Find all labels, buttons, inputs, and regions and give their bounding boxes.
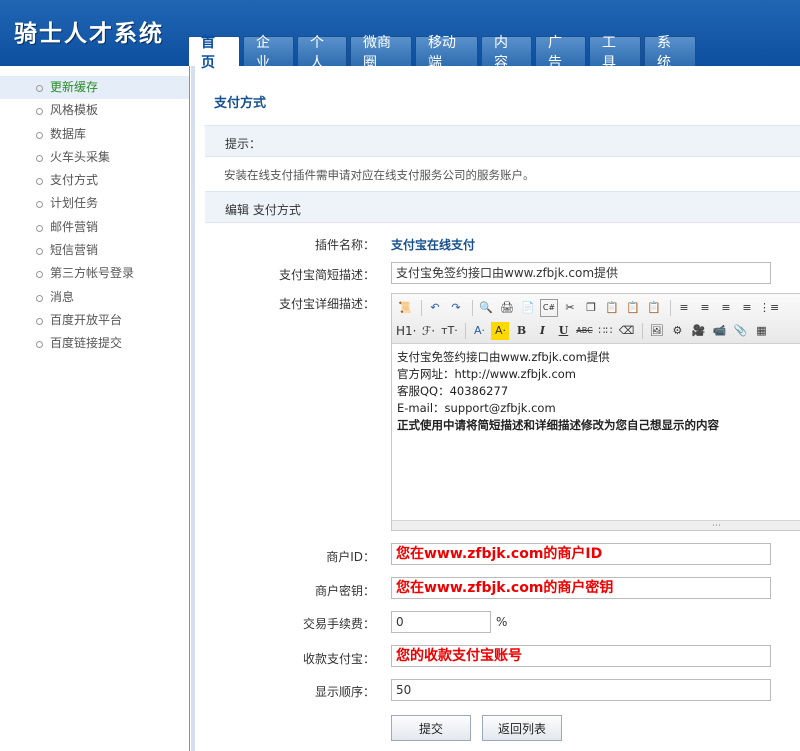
- sidebar-item-style-template[interactable]: 风格模板: [0, 99, 189, 122]
- highlight-color-icon[interactable]: A·: [491, 321, 510, 340]
- nav-tab-home[interactable]: 首页: [188, 35, 240, 71]
- order-input[interactable]: 50: [391, 679, 771, 701]
- nav-tab-company[interactable]: 企业: [243, 35, 294, 71]
- merchant-key-input[interactable]: 您在www.zfbjk.com的商户密钥: [391, 577, 771, 599]
- eraser-icon[interactable]: ⌫: [617, 322, 635, 340]
- editor-line-bold: 正式使用中请将简短描述和详细描述修改为您自己想显示的内容: [397, 418, 719, 432]
- fee-input[interactable]: 0: [391, 611, 491, 633]
- page-title: 支付方式: [214, 96, 267, 111]
- short-desc-label: 支付宝简短描述：: [278, 268, 375, 282]
- sidebar-item-scheduled-tasks[interactable]: 计划任务: [0, 192, 189, 215]
- table-grid-icon[interactable]: ∷∷: [596, 322, 614, 340]
- sidebar-item-payment[interactable]: 支付方式: [0, 169, 189, 192]
- align-left-icon[interactable]: ≡: [675, 299, 693, 317]
- sidebar-item-third-party-login[interactable]: 第三方帐号登录: [0, 262, 189, 285]
- source-icon[interactable]: 📜: [396, 299, 414, 317]
- app-logo: 骑士人才系统: [14, 21, 164, 47]
- font-size-dropdown[interactable]: ᴛT·: [440, 322, 458, 340]
- nav-tab-mobile[interactable]: 移动端: [415, 35, 478, 71]
- order-label: 显示顺序：: [314, 685, 375, 699]
- rich-text-editor[interactable]: 📜 ↶ ↷ 🔍 🖨 📄 C# ✂ ❐ 📋 📋 📋 ≡ ≡ ≡ ≡ ⋮≡ H1· …: [391, 293, 800, 531]
- editor-line: E-mail：support@zfbjk.com: [397, 401, 556, 415]
- underline-button[interactable]: U: [554, 322, 572, 340]
- toolbar-row-1: 📜 ↶ ↷ 🔍 🖨 📄 C# ✂ ❐ 📋 📋 📋 ≡ ≡ ≡ ≡ ⋮≡: [396, 296, 800, 319]
- bold-button[interactable]: B: [512, 322, 530, 340]
- italic-button[interactable]: I: [533, 322, 551, 340]
- undo-icon[interactable]: ↶: [426, 299, 444, 317]
- editor-toolbar: 📜 ↶ ↷ 🔍 🖨 📄 C# ✂ ❐ 📋 📋 📋 ≡ ≡ ≡ ≡ ⋮≡ H1· …: [392, 294, 800, 344]
- tip-title: 提示：: [225, 137, 262, 151]
- nav-tab-wechat-circle[interactable]: 微商圈: [350, 35, 412, 71]
- toolbar-row-2: H1· ℱ· ᴛT· A· A· B I U ABC ∷∷ ⌫ 🖼 ⚙ 🎥 📹 …: [396, 319, 800, 342]
- main-nav: 首页 企业 个人 微商圈 移动端 内容 广告 工具 系统: [188, 35, 699, 71]
- nav-tab-tools[interactable]: 工具: [589, 35, 641, 71]
- sidebar-item-update-cache[interactable]: 更新缓存: [0, 76, 189, 100]
- merchant-id-input[interactable]: 您在www.zfbjk.com的商户ID: [391, 543, 771, 565]
- account-input[interactable]: 您的收款支付宝账号: [391, 645, 771, 667]
- sidebar-item-messages[interactable]: 消息: [0, 286, 189, 309]
- sidebar: 更新缓存 风格模板 数据库 火车头采集 支付方式 计划任务 邮件营销 短信营销 …: [0, 66, 190, 751]
- print-icon[interactable]: 🖨: [498, 299, 516, 317]
- paste-text-icon[interactable]: 📋: [624, 299, 642, 317]
- copy-icon[interactable]: ❐: [582, 299, 600, 317]
- nav-tab-ads[interactable]: 广告: [535, 35, 586, 71]
- attachment-icon[interactable]: 📎: [731, 322, 749, 340]
- merchant-key-label: 商户密钥：: [314, 584, 375, 598]
- template-icon[interactable]: 📄: [519, 299, 537, 317]
- paste-word-icon[interactable]: 📋: [645, 299, 663, 317]
- flash-icon[interactable]: ⚙: [668, 322, 686, 340]
- merchant-id-label: 商户ID：: [326, 550, 375, 564]
- header-bar: 骑士人才系统 首页 企业 个人 微商圈 移动端 内容 广告 工具 系统: [0, 0, 800, 71]
- nav-tab-content[interactable]: 内容: [481, 35, 532, 71]
- paste-icon[interactable]: 📋: [603, 299, 621, 317]
- image-icon[interactable]: 🖼: [647, 322, 665, 340]
- short-desc-input[interactable]: 支付宝免签约接口由www.zfbjk.com提供: [391, 262, 771, 284]
- editor-line: 支付宝免签约接口由www.zfbjk.com提供: [397, 350, 610, 364]
- submit-button[interactable]: 提交: [391, 715, 471, 741]
- edit-section-title: 编辑 支付方式: [225, 203, 301, 217]
- detail-desc-label: 支付宝详细描述：: [278, 297, 375, 311]
- main-panel: 支付方式 提示： 安装在线支付插件需申请对应在线支付服务公司的服务账户。 编辑 …: [191, 66, 800, 751]
- sidebar-item-email-marketing[interactable]: 邮件营销: [0, 216, 189, 239]
- editor-line: 客服QQ：40386277: [397, 384, 509, 398]
- nav-tab-system[interactable]: 系统: [644, 35, 696, 71]
- video-icon[interactable]: 📹: [710, 322, 728, 340]
- editor-line: 官方网址：http://www.zfbjk.com: [397, 367, 577, 381]
- strikethrough-button[interactable]: ABC: [575, 322, 593, 340]
- cut-icon[interactable]: ✂: [561, 299, 579, 317]
- plugin-name-value: 支付宝在线支付: [391, 238, 476, 252]
- sidebar-item-sms-marketing[interactable]: 短信营销: [0, 239, 189, 262]
- resize-handle-icon[interactable]: ⋯: [712, 521, 721, 531]
- redo-icon[interactable]: ↷: [447, 299, 465, 317]
- align-center-icon[interactable]: ≡: [696, 299, 714, 317]
- table-icon[interactable]: ▦: [752, 322, 770, 340]
- edit-section-bar: 编辑 支付方式: [205, 191, 800, 223]
- preview-icon[interactable]: 🔍: [477, 299, 495, 317]
- editor-content[interactable]: 支付宝免签约接口由www.zfbjk.com提供 官方网址：http://www…: [392, 344, 800, 439]
- sidebar-item-baidu-link-submit[interactable]: 百度链接提交: [0, 332, 189, 355]
- plugin-name-label: 插件名称：: [314, 238, 375, 252]
- nav-tab-personal[interactable]: 个人: [297, 35, 347, 71]
- editor-resize-bar[interactable]: ⋯: [392, 520, 800, 531]
- back-to-list-button[interactable]: 返回列表: [482, 715, 562, 741]
- fee-unit: %: [496, 615, 508, 629]
- fee-label: 交易手续费：: [302, 617, 375, 631]
- tip-text: 安装在线支付插件需申请对应在线支付服务公司的服务账户。: [224, 168, 535, 182]
- forecolor-dropdown[interactable]: A·: [470, 322, 488, 340]
- sidebar-item-database[interactable]: 数据库: [0, 123, 189, 146]
- code-icon[interactable]: C#: [540, 298, 558, 317]
- media-icon[interactable]: 🎥: [689, 322, 707, 340]
- account-label: 收款支付宝：: [302, 652, 375, 666]
- sidebar-item-baidu-open[interactable]: 百度开放平台: [0, 309, 189, 332]
- sidebar-item-locomotive-collect[interactable]: 火车头采集: [0, 146, 189, 169]
- heading-dropdown[interactable]: H1·: [396, 322, 416, 340]
- align-justify-icon[interactable]: ≡: [738, 299, 756, 317]
- tip-bar: 提示：: [205, 125, 800, 157]
- align-right-icon[interactable]: ≡: [717, 299, 735, 317]
- font-family-dropdown[interactable]: ℱ·: [419, 322, 437, 340]
- ordered-list-icon[interactable]: ⋮≡: [759, 299, 779, 317]
